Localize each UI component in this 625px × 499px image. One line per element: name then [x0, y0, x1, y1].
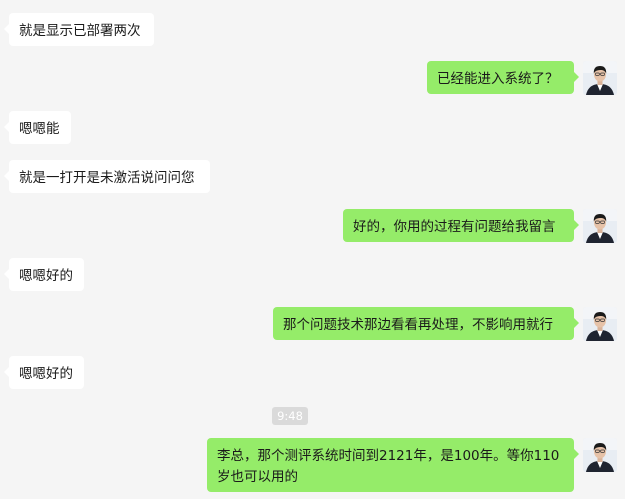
chat-area: 就是显示已部署两次 已经能进入系统了？ 嗯嗯能 就是一打开是未激活说问问您 好的… [0, 0, 625, 499]
message-text: 就是一打开是未激活说问问您 [19, 170, 195, 186]
message-bubble-incoming[interactable]: 嗯嗯好的 [4, 356, 84, 389]
user-avatar-photo-icon [583, 61, 617, 95]
message-bubble-incoming[interactable]: 就是显示已部署两次 [4, 13, 154, 46]
message-text: 那个问题技术那边看看再处理，不影响用就行 [283, 317, 553, 333]
message-bubble-incoming[interactable]: 嗯嗯能 [4, 111, 71, 144]
message-bubble-outgoing[interactable]: 已经能进入系统了？ [427, 61, 579, 94]
message-bubble-outgoing[interactable]: 好的，你用的过程有问题给我留言 [343, 209, 579, 242]
avatar-icon[interactable] [583, 307, 617, 341]
avatar-icon[interactable] [583, 209, 617, 243]
message-text: 已经能进入系统了？ [437, 71, 559, 87]
message-text: 好的，你用的过程有问题给我留言 [353, 219, 556, 235]
message-text: 嗯嗯好的 [19, 366, 73, 382]
message-bubble-outgoing[interactable]: 那个问题技术那边看看再处理，不影响用就行 [273, 307, 579, 340]
message-text: 就是显示已部署两次 [19, 23, 141, 39]
message-timestamp: 9:48 [272, 407, 308, 425]
avatar-icon[interactable] [583, 61, 617, 95]
message-text: 嗯嗯好的 [19, 268, 73, 284]
user-avatar-photo-icon [583, 209, 617, 243]
user-avatar-photo-icon [583, 307, 617, 341]
avatar-icon[interactable] [583, 438, 617, 472]
message-bubble-outgoing[interactable]: 李总，那个测评系统时间到2121年，是100年。等你110岁也可以用的 [207, 438, 579, 492]
message-text: 李总，那个测评系统时间到2121年，是100年。等你110岁也可以用的 [217, 448, 560, 485]
user-avatar-photo-icon [583, 438, 617, 472]
message-bubble-incoming[interactable]: 嗯嗯好的 [4, 258, 84, 291]
message-text: 嗯嗯能 [19, 121, 60, 137]
message-bubble-incoming[interactable]: 就是一打开是未激活说问问您 [4, 160, 210, 193]
